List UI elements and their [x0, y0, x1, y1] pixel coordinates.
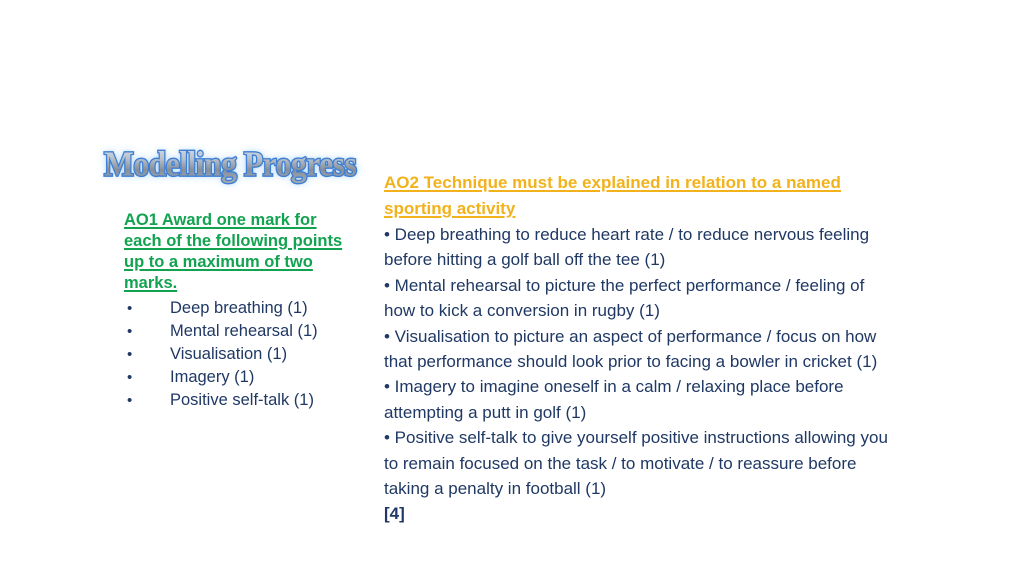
- list-item-label: Visualisation (1): [170, 345, 288, 363]
- list-item: • Imagery (1): [124, 366, 352, 389]
- ao2-point: • Mental rehearsal to picture the perfec…: [384, 275, 865, 321]
- ao1-heading: AO1 Award one mark for each of the follo…: [124, 211, 343, 292]
- ao2-point: • Visualisation to picture an aspect of …: [384, 326, 878, 372]
- list-item: • Deep breathing (1): [124, 297, 352, 320]
- list-item: • Positive self-talk (1): [124, 389, 352, 412]
- total-marks: [4]: [384, 504, 405, 524]
- bullet-icon: •: [127, 392, 133, 409]
- bullet-icon: •: [127, 323, 133, 340]
- ao2-heading-line-1: AO2 Technique must be explained in relat…: [384, 173, 841, 192]
- slide-title-wordart: Modelling Progress Modelling Progress: [103, 142, 384, 186]
- ao2-point: • Positive self-talk to give yourself po…: [384, 428, 888, 499]
- list-item: • Visualisation (1): [124, 343, 352, 366]
- ao2-point: • Deep breathing to reduce heart rate / …: [384, 225, 870, 270]
- list-item-label: Positive self-talk (1): [170, 391, 314, 409]
- ao2-heading-line-2: sporting activity: [384, 199, 516, 218]
- list-item: • Mental rehearsal (1): [124, 320, 352, 343]
- ao2-point: • Imagery to imagine oneself in a calm /…: [384, 377, 844, 422]
- list-item-label: Imagery (1): [170, 368, 255, 386]
- ao1-bullet-list: • Deep breathing (1) • Mental rehearsal …: [124, 297, 352, 412]
- bullet-icon: •: [127, 300, 133, 317]
- list-item-label: Mental rehearsal (1): [170, 322, 318, 340]
- slide-title-fill-layer: Modelling Progress: [104, 142, 390, 187]
- bullet-icon: •: [127, 346, 133, 363]
- slide-canvas: Modelling Progress Modelling Progress AO…: [0, 0, 1024, 576]
- bullet-icon: •: [127, 369, 133, 386]
- ao2-column: AO2 Technique must be explained in relat…: [384, 170, 900, 527]
- ao2-body: • Deep breathing to reduce heart rate / …: [384, 222, 900, 501]
- ao1-column: AO1 Award one mark for each of the follo…: [124, 210, 352, 412]
- ao2-heading: AO2 Technique must be explained in relat…: [384, 170, 900, 222]
- list-item-label: Deep breathing (1): [170, 299, 308, 317]
